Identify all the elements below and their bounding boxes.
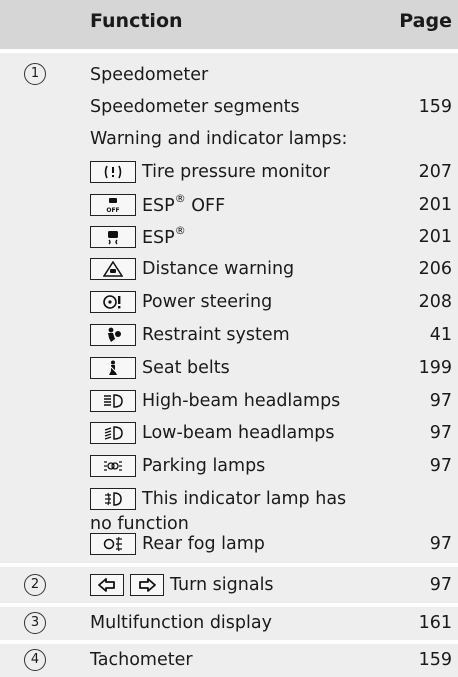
list-item: Parking lamps 97 bbox=[90, 450, 452, 482]
esp-off-icon: OFF bbox=[90, 194, 136, 216]
turn-signal-right-icon bbox=[130, 574, 164, 596]
list-item: Power steering 208 bbox=[90, 286, 452, 318]
parking-lamps-icon bbox=[90, 455, 136, 477]
list-item: Low-beam headlamps 97 bbox=[90, 417, 452, 449]
section-2: 2 Turn signals 97 bbox=[0, 567, 458, 603]
turn-signal-left-icon bbox=[90, 574, 124, 596]
callout-number-1: 1 bbox=[24, 63, 46, 85]
list-item: Multifunction display 161 bbox=[90, 613, 452, 633]
high-beam-icon bbox=[90, 390, 136, 412]
callout-number-3: 3 bbox=[24, 612, 46, 634]
callout-number-2: 2 bbox=[24, 574, 46, 596]
list-item: Distance warning 206 bbox=[90, 253, 452, 285]
seat-belt-icon bbox=[90, 357, 136, 379]
table-header: Function Page bbox=[0, 0, 458, 49]
svg-text:OFF: OFF bbox=[106, 207, 119, 213]
list-item: Speedometer segments 159 bbox=[90, 97, 452, 117]
list-item: High-beam headlamps 97 bbox=[90, 385, 452, 417]
list-item: Seat belts 199 bbox=[90, 352, 452, 384]
low-beam-icon bbox=[90, 422, 136, 444]
list-item: Tachometer 159 bbox=[90, 650, 452, 670]
section-1: 1 Speedometer Speedometer segments 159 W… bbox=[0, 53, 458, 563]
list-item: OFF ESP® OFF 201 bbox=[90, 189, 452, 221]
tire-pressure-icon bbox=[90, 161, 136, 183]
esp-icon bbox=[90, 226, 136, 248]
list-item: Tire pressure monitor 207 bbox=[90, 156, 452, 188]
list-item: Speedometer bbox=[90, 65, 209, 85]
rear-fog-icon bbox=[90, 533, 136, 555]
list-item: Restraint system 41 bbox=[90, 319, 452, 351]
front-fog-icon bbox=[90, 488, 136, 510]
power-steering-icon bbox=[90, 291, 136, 313]
list-item: Warning and indicator lamps: bbox=[90, 129, 348, 149]
list-item: Turn signals 97 bbox=[90, 569, 452, 601]
distance-warning-icon bbox=[90, 258, 136, 280]
page-column-header: Page bbox=[399, 10, 452, 32]
list-item: Rear fog lamp 97 bbox=[90, 528, 452, 560]
section-3: 3 Multifunction display 161 bbox=[0, 607, 458, 640]
list-item: ESP® 201 bbox=[90, 221, 452, 253]
function-column-header: Function bbox=[90, 10, 183, 32]
function-table: Function Page 1 Speedometer Speedometer … bbox=[0, 0, 458, 677]
callout-number-4: 4 bbox=[24, 649, 46, 671]
section-4: 4 Tachometer 159 bbox=[0, 644, 458, 677]
restraint-system-icon bbox=[90, 324, 136, 346]
